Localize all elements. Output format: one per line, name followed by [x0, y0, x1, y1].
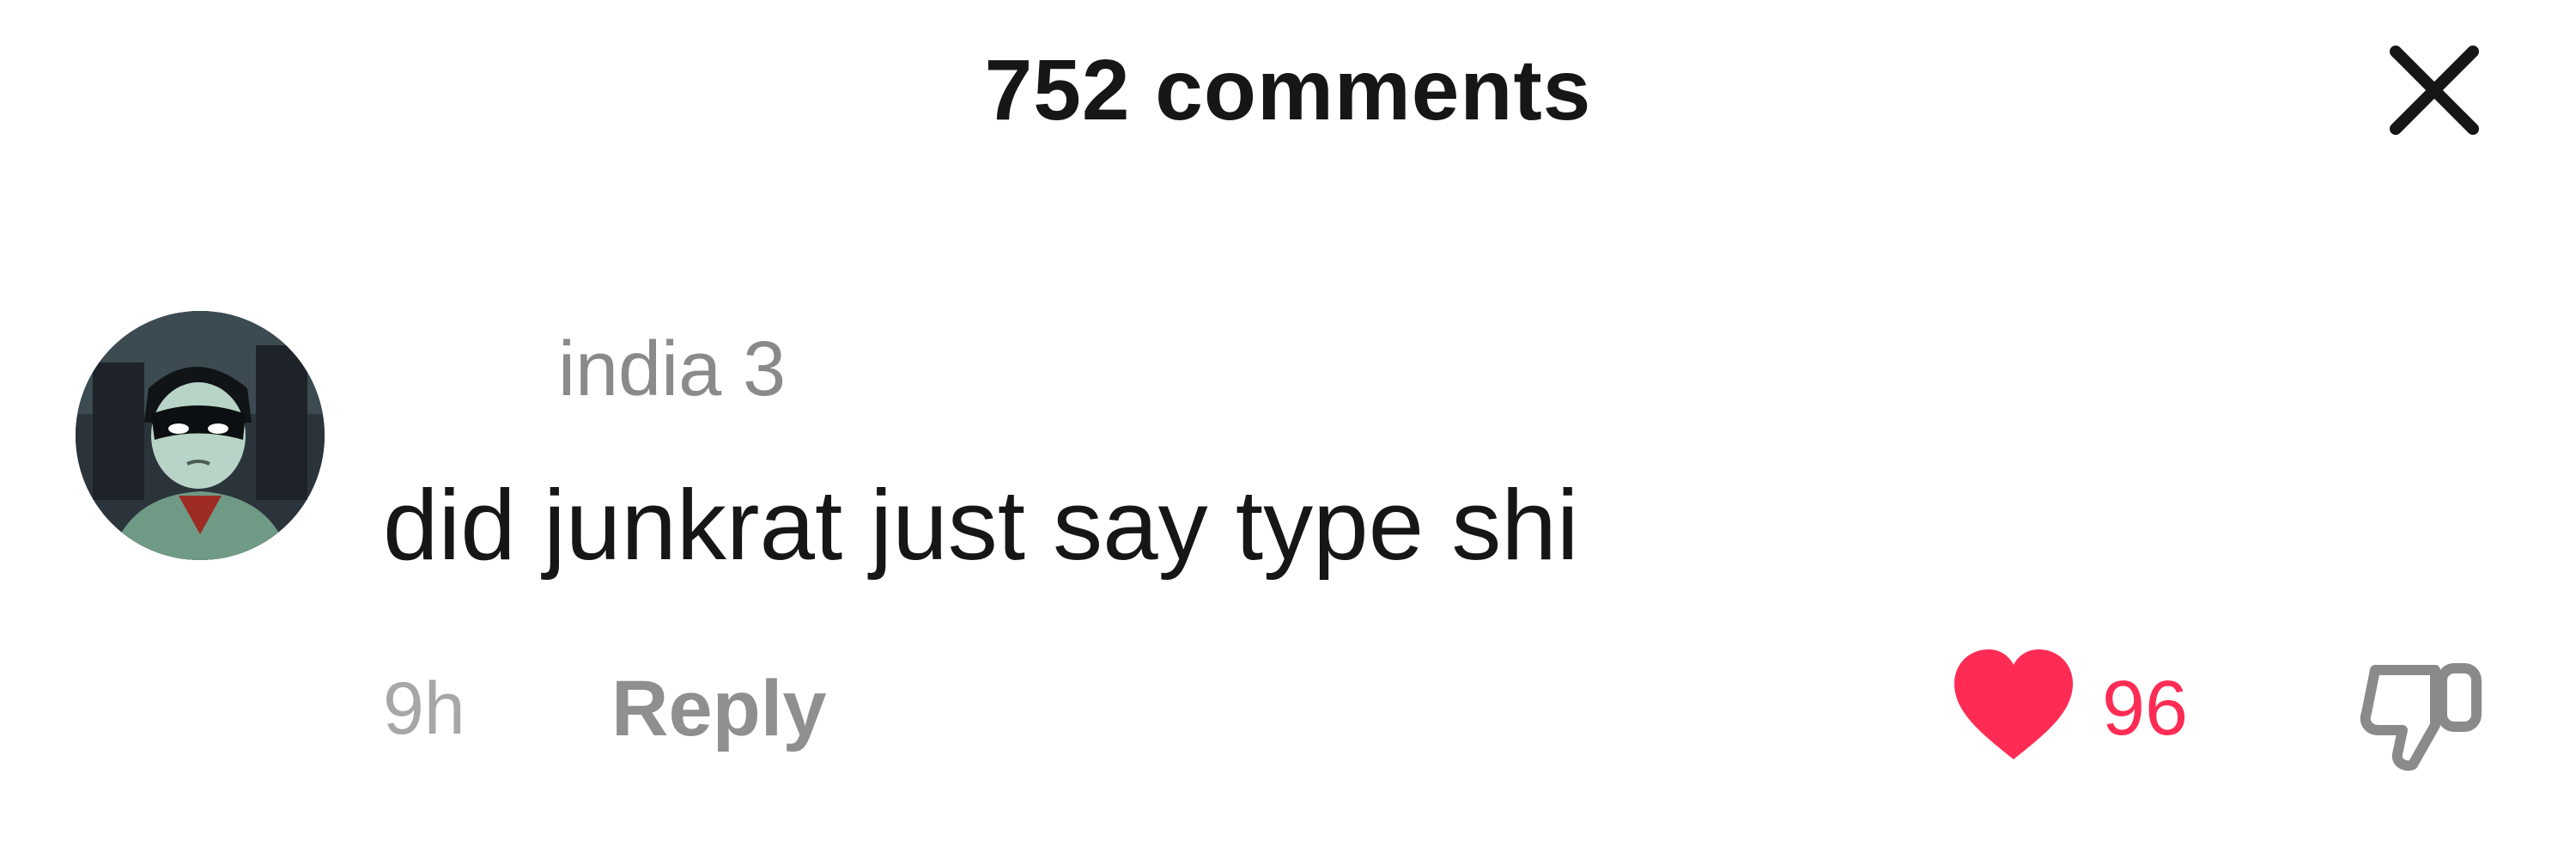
comment-timestamp: 9h: [383, 667, 465, 750]
like-button[interactable]: [1949, 646, 2078, 766]
avatar-image: [76, 311, 325, 560]
dislike-button[interactable]: [2360, 646, 2488, 775]
close-icon: [2390, 46, 2479, 135]
like-count: 96: [2102, 666, 2189, 752]
avatar[interactable]: [76, 311, 325, 560]
thumbs-down-icon: [2360, 663, 2482, 771]
comments-count-title: 752 comments: [984, 42, 1592, 138]
heart-icon: [1954, 649, 2073, 759]
close-button[interactable]: [2387, 43, 2482, 137]
comment-text: did junkrat just say type shi: [383, 469, 1579, 581]
comment-username[interactable]: india 3: [558, 318, 786, 421]
reply-button[interactable]: Reply: [611, 653, 827, 765]
